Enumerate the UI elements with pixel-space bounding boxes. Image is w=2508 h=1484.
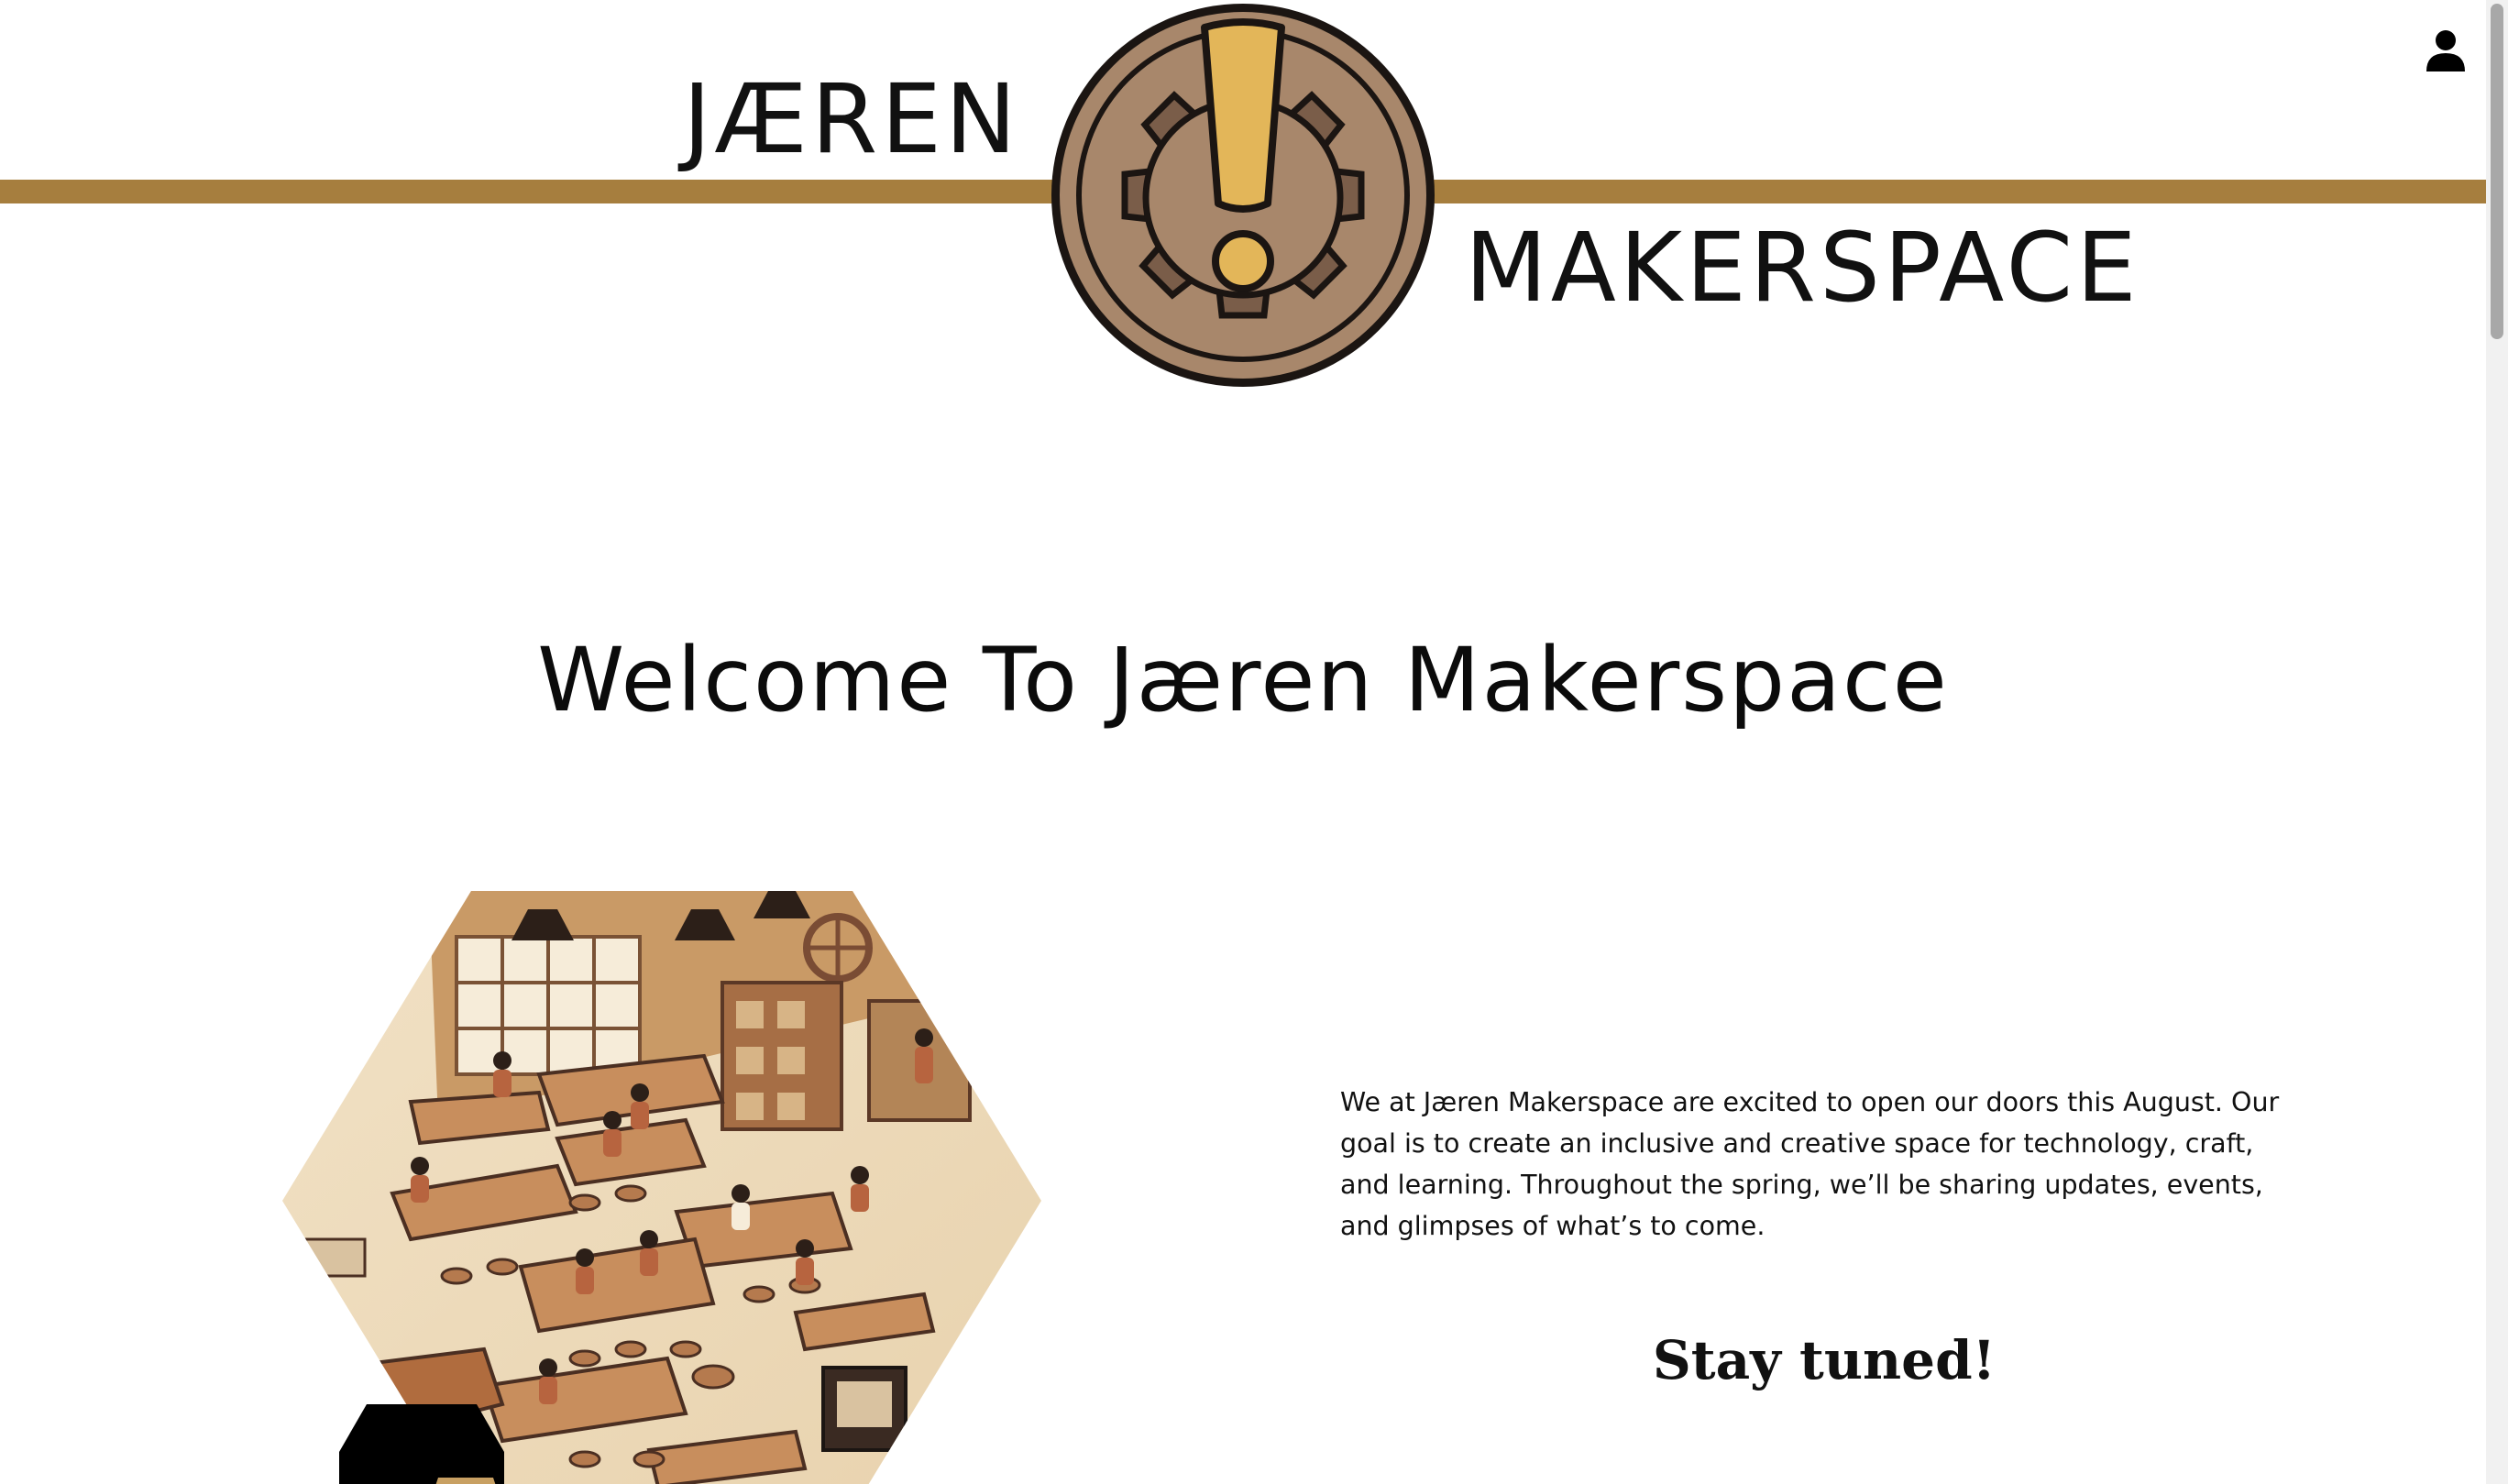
intro-paragraph: We at Jæren Makerspace are excited to op… xyxy=(1340,1087,2280,1241)
scrollbar-thumb[interactable] xyxy=(2491,4,2503,339)
user-icon[interactable] xyxy=(2425,29,2467,73)
brand-name-right: MAKERSPACE xyxy=(1465,212,2140,324)
brand-name-left: JÆREN xyxy=(683,63,1020,175)
gear-exclamation-logo[interactable] xyxy=(1048,0,1438,390)
page: JÆREN MAKERSPACE Welcome To Jæren Makers… xyxy=(0,0,2508,1484)
page-scrollbar[interactable] xyxy=(2486,0,2508,1484)
page-title: Welcome To Jæren Makerspace xyxy=(537,629,1949,731)
stay-tuned-heading: Stay tuned! xyxy=(1652,1329,1996,1391)
makerspace-workshop-illustration xyxy=(282,891,1041,1484)
